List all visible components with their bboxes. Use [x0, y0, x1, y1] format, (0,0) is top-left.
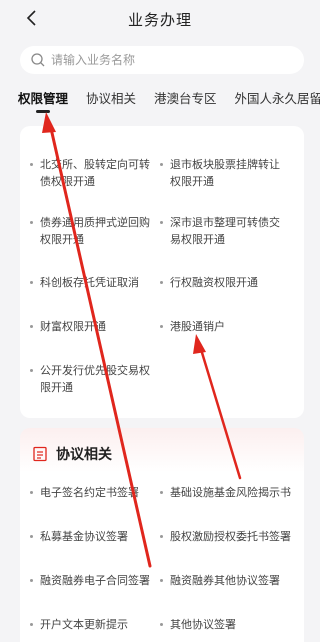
tab-foreign-residence[interactable]: 外国人永久居留	[235, 88, 320, 118]
list-item[interactable]: 融资融券电子合同签署	[30, 572, 160, 589]
list-item[interactable]: 港股通销户	[160, 318, 290, 335]
page-title: 业务办理	[127, 11, 192, 29]
list-item[interactable]: 融资融券其他协议签署	[160, 572, 300, 589]
search-icon	[31, 53, 45, 67]
search-box[interactable]	[20, 46, 304, 74]
list-item[interactable]: 退市板块股票挂牌转让权限开通	[160, 156, 290, 190]
search-input[interactable]	[51, 53, 291, 67]
list-item[interactable]: 基础设施基金风险揭示书	[160, 484, 300, 501]
list-item[interactable]: 深市退市整理可转债交易权限开通	[160, 214, 290, 248]
list-item[interactable]: 其他协议签署	[160, 616, 300, 633]
tab-bar: 权限管理 协议相关 港澳台专区 外国人永久居留	[0, 88, 320, 118]
agreements-card: 协议相关 电子签名约定书签署 基础设施基金风险揭示书 私募基金协议签署 股权激励…	[20, 428, 304, 642]
list-item[interactable]: 科创板存托凭证取消	[30, 274, 156, 291]
agreements-heading: 协议相关	[32, 444, 112, 464]
list-item[interactable]: 财富权限开通	[30, 318, 156, 335]
tab-agreements[interactable]: 协议相关	[86, 88, 136, 118]
list-item[interactable]: 行权融资权限开通	[160, 274, 290, 291]
permissions-card: 北交所、股转定向可转债权限开通 退市板块股票挂牌转让权限开通 债券通用质押式逆回…	[20, 126, 304, 418]
list-item[interactable]: 开户文本更新提示	[30, 616, 160, 633]
agreements-title: 协议相关	[56, 447, 112, 463]
tab-permissions[interactable]: 权限管理	[18, 88, 68, 118]
list-item[interactable]: 公开发行优先股交易权限开通	[30, 362, 160, 396]
list-item[interactable]: 债券通用质押式逆回购权限开通	[30, 214, 156, 248]
document-icon	[33, 446, 47, 462]
list-item[interactable]: 私募基金协议签署	[30, 528, 160, 545]
tab-hk-macao-taiwan[interactable]: 港澳台专区	[154, 88, 217, 118]
header-bar: 业务办理	[0, 0, 320, 36]
list-item[interactable]: 股权激励授权委托书签署	[160, 528, 300, 545]
list-item[interactable]: 电子签名约定书签署	[30, 484, 160, 501]
list-item[interactable]: 北交所、股转定向可转债权限开通	[30, 156, 156, 190]
